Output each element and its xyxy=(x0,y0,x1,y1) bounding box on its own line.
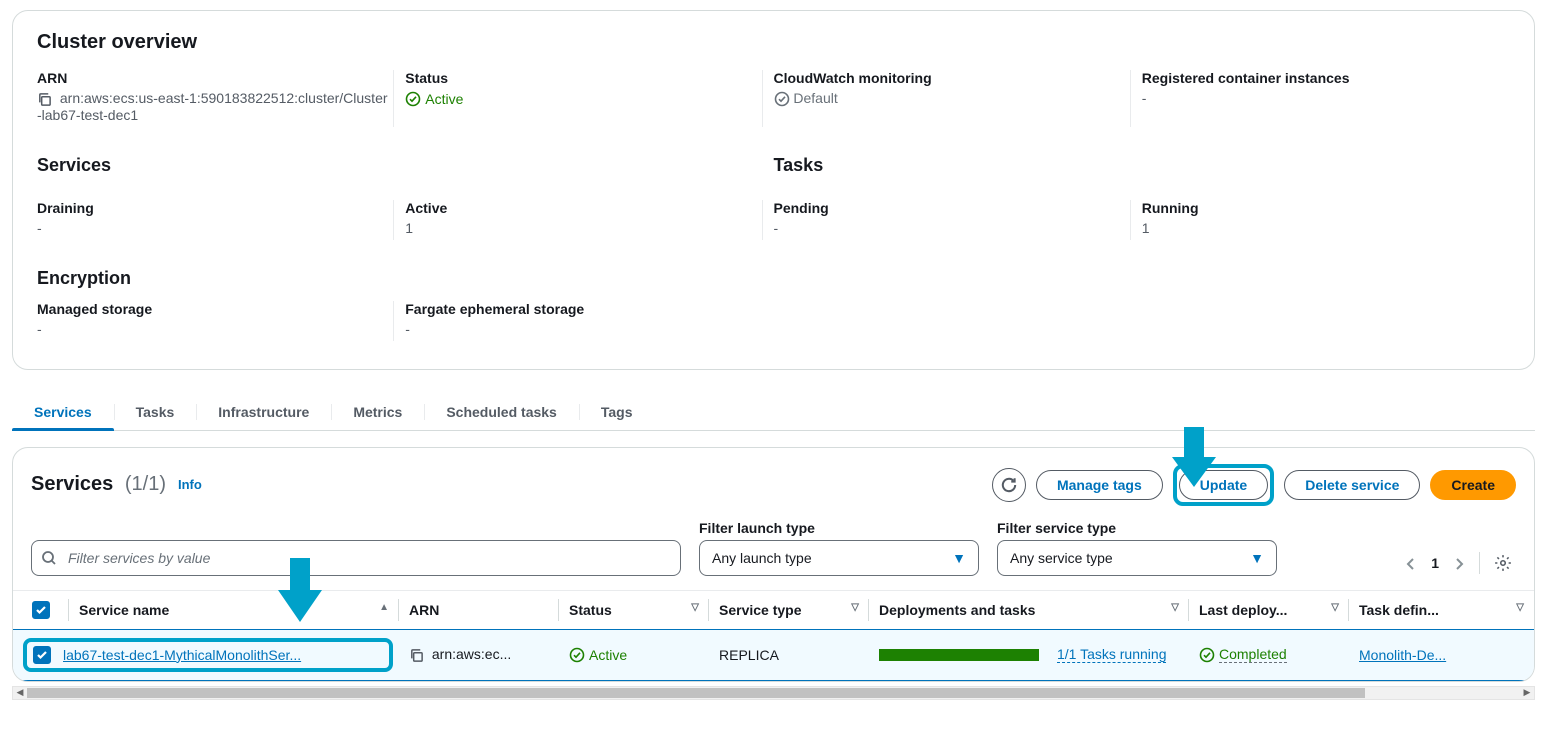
filter-icon[interactable]: ▽ xyxy=(1331,602,1339,613)
status-success-icon xyxy=(405,90,421,107)
filter-icon[interactable]: ▽ xyxy=(1171,602,1179,613)
settings-gear-icon[interactable] xyxy=(1490,550,1516,576)
reg-label: Registered container instances xyxy=(1142,70,1494,86)
services-count: (1/1) xyxy=(125,473,166,495)
row-last-deploy: Completed xyxy=(1219,646,1287,663)
sort-asc-icon[interactable]: ▲ xyxy=(379,602,389,613)
encryption-heading: Encryption xyxy=(37,268,1510,289)
tasks-heading: Tasks xyxy=(774,155,1495,176)
horizontal-scrollbar[interactable]: ◀ ▶ xyxy=(12,686,1535,700)
draining-value: - xyxy=(37,220,389,236)
services-panel: Services (1/1) Info Manage tags Update D… xyxy=(12,447,1535,682)
arn-value: arn:aws:ecs:us-east-1:590183822512:clust… xyxy=(37,90,388,123)
col-last-deploy[interactable]: Last deploy... xyxy=(1199,602,1287,618)
col-deployments[interactable]: Deployments and tasks xyxy=(879,602,1035,618)
refresh-button[interactable] xyxy=(992,468,1026,502)
arrow-annotation-update xyxy=(1172,427,1216,487)
scroll-left-icon[interactable]: ◀ xyxy=(13,687,27,699)
progress-bar xyxy=(879,649,1039,661)
caret-down-icon: ▼ xyxy=(952,550,966,566)
tab-infrastructure[interactable]: Infrastructure xyxy=(196,394,331,430)
cluster-tabs: Services Tasks Infrastructure Metrics Sc… xyxy=(12,394,1535,431)
draining-label: Draining xyxy=(37,200,389,216)
arn-label: ARN xyxy=(37,70,389,86)
pending-label: Pending xyxy=(774,200,1126,216)
overview-row-1: ARN arn:aws:ecs:us-east-1:590183822512:c… xyxy=(37,70,1510,135)
scrollbar-thumb[interactable] xyxy=(27,688,1365,698)
select-all-checkbox[interactable] xyxy=(32,601,50,619)
filter-icon[interactable]: ▽ xyxy=(691,602,699,613)
overview-row-2: Draining - Active 1 Pending - Running 1 xyxy=(37,200,1510,248)
services-pager: 1 xyxy=(1401,550,1516,576)
tab-tasks[interactable]: Tasks xyxy=(114,394,197,430)
row-checkbox[interactable] xyxy=(33,646,51,664)
task-def-link[interactable]: Monolith-De... xyxy=(1359,647,1446,663)
launch-type-value: Any launch type xyxy=(712,550,812,566)
cw-label: CloudWatch monitoring xyxy=(774,70,1126,86)
row-status: Active xyxy=(589,647,627,663)
status-value: Active xyxy=(425,91,463,107)
filter-icon[interactable]: ▽ xyxy=(1516,602,1524,613)
caret-down-icon: ▼ xyxy=(1250,550,1264,566)
tab-metrics[interactable]: Metrics xyxy=(331,394,424,430)
services-heading: Services xyxy=(37,155,758,176)
overview-subheads: Services Tasks xyxy=(37,135,1510,200)
managed-value: - xyxy=(37,321,389,337)
col-task-def[interactable]: Task defin... xyxy=(1359,602,1439,618)
launch-type-select[interactable]: Any launch type ▼ xyxy=(699,540,979,576)
active-value: 1 xyxy=(405,220,757,236)
running-value: 1 xyxy=(1142,220,1494,236)
launch-type-label: Filter launch type xyxy=(699,520,979,536)
pager-current: 1 xyxy=(1431,555,1439,571)
cluster-overview-title: Cluster overview xyxy=(37,31,1510,54)
col-arn[interactable]: ARN xyxy=(409,602,439,618)
row-service-type: REPLICA xyxy=(719,647,779,663)
cluster-overview-panel: Cluster overview ARN arn:aws:ecs:us-east… xyxy=(12,10,1535,370)
pager-divider xyxy=(1479,552,1480,574)
services-table: Service name▲ ARN Status▽ Service type▽ … xyxy=(13,590,1534,681)
active-label: Active xyxy=(405,200,757,216)
reg-value: - xyxy=(1142,90,1494,106)
services-header: Services (1/1) Info Manage tags Update D… xyxy=(13,464,1534,520)
manage-tags-button[interactable]: Manage tags xyxy=(1036,470,1163,500)
copy-icon[interactable] xyxy=(409,646,428,662)
fargate-value: - xyxy=(405,321,757,337)
col-status[interactable]: Status xyxy=(569,602,612,618)
status-success-icon xyxy=(1199,646,1215,663)
overview-row-3: Managed storage - Fargate ephemeral stor… xyxy=(37,301,1510,349)
tab-scheduled-tasks[interactable]: Scheduled tasks xyxy=(424,394,579,430)
fargate-label: Fargate ephemeral storage xyxy=(405,301,757,317)
service-type-select[interactable]: Any service type ▼ xyxy=(997,540,1277,576)
table-row[interactable]: lab67-test-dec1-MythicalMonolithSer... a… xyxy=(13,629,1534,680)
status-default-icon xyxy=(774,90,794,106)
pager-next-icon[interactable] xyxy=(1449,551,1469,575)
managed-label: Managed storage xyxy=(37,301,389,317)
filter-icon[interactable]: ▽ xyxy=(851,602,859,613)
pending-value: - xyxy=(774,220,1126,236)
status-label: Status xyxy=(405,70,757,86)
scroll-right-icon[interactable]: ▶ xyxy=(1520,687,1534,699)
service-type-value: Any service type xyxy=(1010,550,1113,566)
col-service-type[interactable]: Service type xyxy=(719,602,802,618)
service-name-link[interactable]: lab67-test-dec1-MythicalMonolithSer... xyxy=(63,647,301,663)
status-success-icon xyxy=(569,646,585,663)
services-filters: Filter launch type Any launch type ▼ Fil… xyxy=(13,520,1534,590)
col-service-name[interactable]: Service name xyxy=(79,602,169,618)
info-link[interactable]: Info xyxy=(178,477,202,492)
tab-tags[interactable]: Tags xyxy=(579,394,655,430)
create-button[interactable]: Create xyxy=(1430,470,1516,500)
pager-prev-icon[interactable] xyxy=(1401,551,1421,575)
cw-value: Default xyxy=(793,90,837,106)
service-type-label: Filter service type xyxy=(997,520,1277,536)
tab-services[interactable]: Services xyxy=(12,394,114,430)
services-search-input[interactable] xyxy=(31,540,681,576)
copy-icon[interactable] xyxy=(37,90,56,106)
delete-service-button[interactable]: Delete service xyxy=(1284,470,1420,500)
row-arn: arn:aws:ec... xyxy=(432,646,511,662)
services-title: Services xyxy=(31,473,113,495)
running-label: Running xyxy=(1142,200,1494,216)
tasks-running-link[interactable]: 1/1 Tasks running xyxy=(1057,646,1166,663)
search-icon xyxy=(41,549,57,566)
row-selection-callout: lab67-test-dec1-MythicalMonolithSer... xyxy=(23,638,393,672)
